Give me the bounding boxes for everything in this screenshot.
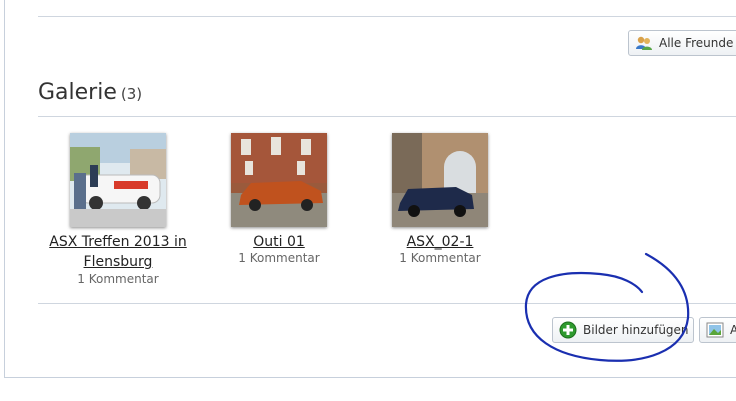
annotation-circle <box>524 252 690 362</box>
